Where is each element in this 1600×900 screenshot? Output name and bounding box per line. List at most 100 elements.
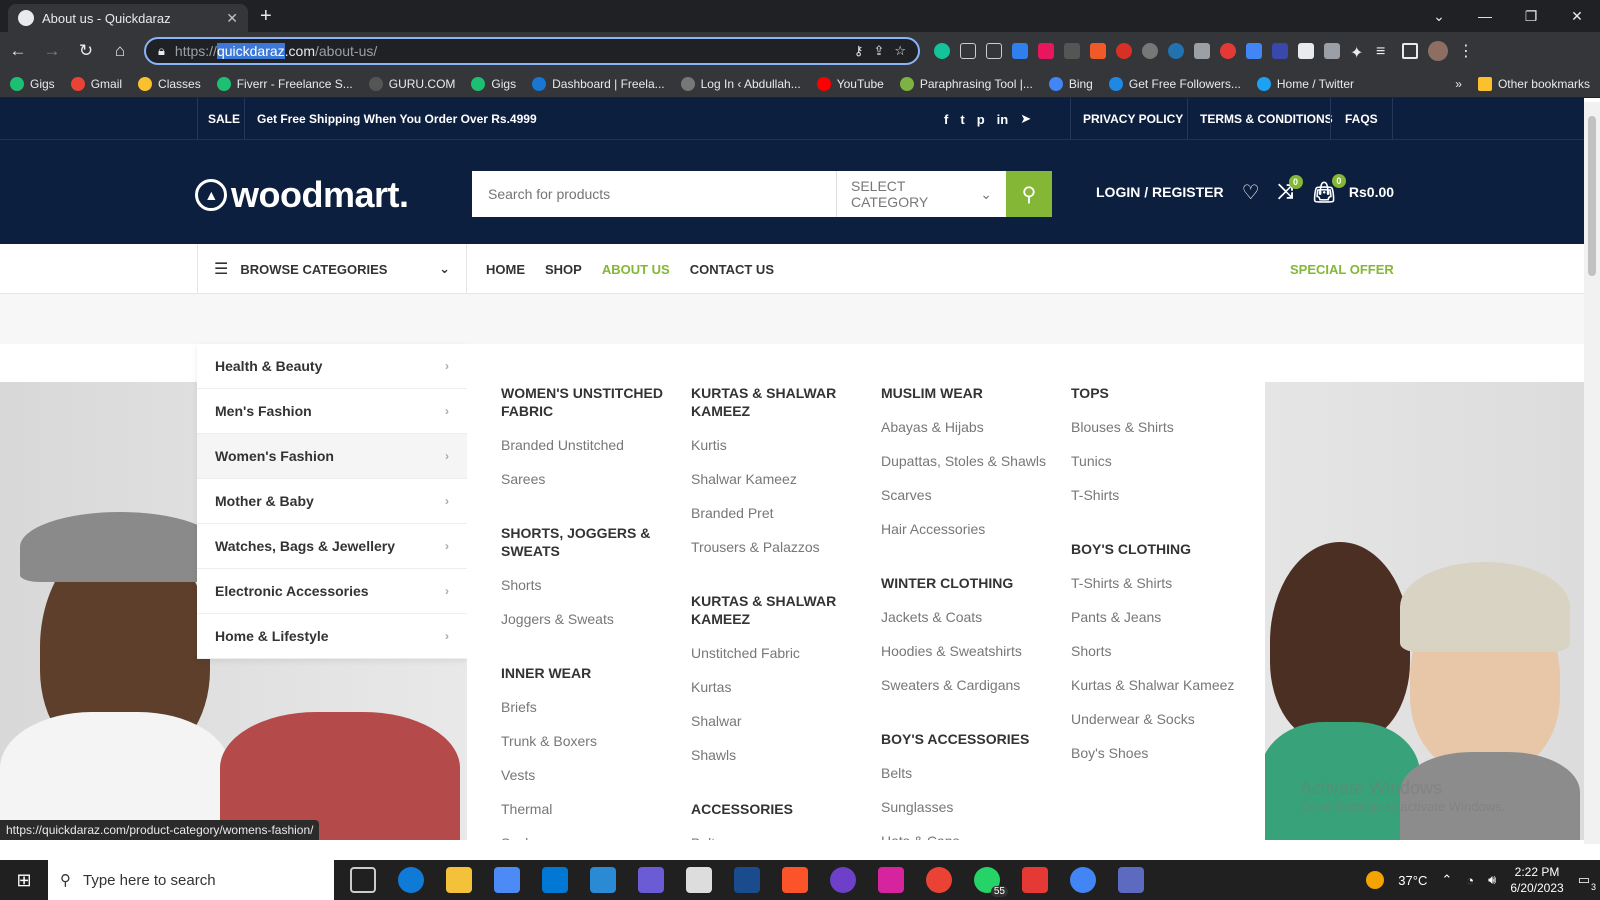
mega-menu-link[interactable]: Kurtis [691, 436, 871, 454]
bookmark-item[interactable]: Bing [1048, 76, 1093, 91]
avatar[interactable] [1428, 41, 1448, 61]
edge-icon[interactable] [398, 867, 424, 893]
vscode-icon[interactable] [590, 867, 616, 893]
category-item[interactable]: Mother & Baby › [197, 479, 467, 524]
mega-menu-link[interactable]: Boy's Shoes [1071, 744, 1251, 762]
bookmark-item[interactable]: Fiverr - Freelance S... [216, 76, 353, 91]
more-bookmarks-icon[interactable]: » [1455, 77, 1462, 91]
cart-total[interactable]: Rs0.00 [1349, 184, 1394, 200]
minimize-icon[interactable]: — [1462, 0, 1508, 32]
grammarly-icon[interactable] [934, 43, 950, 59]
mail-icon[interactable] [542, 867, 568, 893]
mega-menu-link[interactable]: Shorts [1071, 642, 1251, 660]
extension-icon[interactable] [1064, 43, 1080, 59]
app-icon[interactable] [638, 867, 664, 893]
extension-icon[interactable] [1090, 43, 1106, 59]
mega-menu-link[interactable]: Branded Pret [691, 504, 871, 522]
mega-menu-link[interactable]: Socks [501, 834, 681, 840]
nav-home[interactable]: HOME [486, 262, 525, 277]
mega-menu-link[interactable]: Joggers & Sweats [501, 610, 681, 628]
bookmark-item[interactable]: Dashboard | Freela... [532, 76, 665, 91]
wordpress-icon[interactable] [1168, 43, 1184, 59]
mega-menu-link[interactable]: Trousers & Palazzos [691, 538, 871, 556]
nav-contact-us[interactable]: CONTACT US [690, 262, 774, 277]
twitter-icon[interactable]: t [960, 112, 964, 127]
whatsapp-icon[interactable]: 55 [974, 867, 1008, 897]
login-register-link[interactable]: LOGIN / REGISTER [1096, 184, 1224, 200]
browse-categories-toggle[interactable]: ☰ BROWSE CATEGORIES ⌄ [197, 244, 467, 294]
mega-menu-link[interactable]: Vests [501, 766, 681, 784]
pinterest-icon[interactable]: p [977, 112, 985, 127]
weather-temp[interactable]: 37°C [1398, 873, 1427, 888]
bookmark-item[interactable]: Get Free Followers... [1108, 76, 1241, 91]
new-tab-icon[interactable]: + [260, 5, 272, 28]
wishlist-heart-icon[interactable]: ♡ [1242, 180, 1260, 205]
devtools-icon[interactable] [734, 867, 760, 893]
restore-icon[interactable]: ❐ [1508, 0, 1554, 32]
close-window-icon[interactable]: ✕ [1554, 0, 1600, 32]
file-explorer-icon[interactable] [446, 867, 472, 893]
instagram-icon[interactable] [878, 867, 904, 893]
category-item[interactable]: Electronic Accessories › [197, 569, 467, 614]
mega-menu-link[interactable]: Belts [881, 764, 1061, 782]
lock-icon[interactable]: 🔒︎ [158, 43, 165, 59]
bookmark-item[interactable]: Classes [138, 76, 201, 91]
mega-menu-link[interactable]: Trunk & Boxers [501, 732, 681, 750]
bookmark-item[interactable]: Paraphrasing Tool |... [899, 76, 1033, 91]
bookmark-item[interactable]: Gmail [70, 76, 122, 91]
app-icon[interactable] [686, 867, 712, 893]
mega-menu-heading[interactable]: WOMEN'S UNSTITCHED FABRIC [501, 384, 681, 420]
scrollbar-thumb[interactable] [1588, 116, 1596, 276]
site-logo[interactable]: ▲ woodmart. [195, 174, 409, 216]
brave-icon[interactable] [782, 867, 808, 893]
chrome-icon[interactable] [926, 867, 952, 893]
mega-menu-link[interactable]: Hats & Caps [881, 832, 1061, 840]
mega-menu-heading[interactable]: SHORTS, JOGGERS & SWEATS [501, 524, 681, 560]
mega-menu-link[interactable]: Shalwar Kameez [691, 470, 871, 488]
menu-icon[interactable]: ⋮ [1458, 41, 1474, 61]
special-offer-link[interactable]: SPECIAL OFFER [1290, 244, 1394, 294]
category-item[interactable]: Women's Fashion › [197, 434, 467, 479]
mega-menu-link[interactable]: Branded Unstitched [501, 436, 681, 454]
mega-menu-link[interactable]: Briefs [501, 698, 681, 716]
category-item[interactable]: Men's Fashion › [197, 389, 467, 434]
address-bar[interactable]: 🔒︎ https://quickdaraz.com/about-us/ ⚷ ⇪ … [144, 37, 920, 65]
mega-menu-heading[interactable]: WINTER CLOTHING [881, 574, 1061, 592]
chrome-icon[interactable] [1070, 867, 1096, 893]
mega-menu-link[interactable]: Scarves [881, 486, 1061, 504]
compare-icon[interactable]: ⤨ 0 [1278, 174, 1303, 204]
extension-icon[interactable] [1038, 43, 1054, 59]
category-item[interactable]: Watches, Bags & Jewellery › [197, 524, 467, 569]
bookmark-item[interactable]: Gigs [10, 76, 55, 91]
download-icon[interactable] [1246, 43, 1262, 59]
category-item[interactable]: Home & Lifestyle › [197, 614, 467, 659]
store-icon[interactable] [494, 867, 520, 893]
mega-menu-link[interactable]: Pants & Jeans [1071, 608, 1251, 626]
back-icon[interactable]: ← [8, 41, 28, 61]
github-icon[interactable] [830, 867, 856, 893]
category-item[interactable]: Health & Beauty › [197, 344, 467, 389]
reading-list-icon[interactable]: ≡ [1376, 43, 1392, 60]
bookmark-item[interactable]: Gigs [471, 76, 516, 91]
tab-search-icon[interactable]: ⌄ [1416, 0, 1462, 32]
bookmark-item[interactable]: Log In ‹ Abdullah... [680, 76, 801, 91]
extension-icon[interactable] [960, 43, 976, 59]
browser-tab[interactable]: About us - Quickdaraz ✕ [8, 4, 248, 32]
mega-menu-link[interactable]: Shalwar [691, 712, 871, 730]
mega-menu-link[interactable]: Kurtas & Shalwar Kameez [1071, 676, 1251, 694]
close-tab-icon[interactable]: ✕ [226, 10, 238, 27]
star-icon[interactable]: ☆ [894, 43, 906, 59]
wordpress-icon[interactable] [1142, 43, 1158, 59]
mega-menu-link[interactable]: Thermal [501, 800, 681, 818]
mega-menu-heading[interactable]: ACCESSORIES [691, 800, 871, 818]
mega-menu-link[interactable]: Tunics [1071, 452, 1251, 470]
tray-chevron-icon[interactable]: ⌃ [1441, 872, 1452, 888]
mega-menu-link[interactable]: Hoodies & Sweatshirts [881, 642, 1061, 660]
mega-menu-link[interactable]: Belts [691, 834, 871, 840]
bookmark-item[interactable]: GURU.COM [368, 76, 455, 91]
mega-menu-link[interactable]: Sunglasses [881, 798, 1061, 816]
terms-link[interactable]: TERMS & CONDITIONS [1187, 98, 1345, 140]
mega-menu-link[interactable]: Sweaters & Cardigans [881, 676, 1061, 694]
mega-menu-heading[interactable]: TOPS [1071, 384, 1251, 402]
extension-icon[interactable] [1220, 43, 1236, 59]
